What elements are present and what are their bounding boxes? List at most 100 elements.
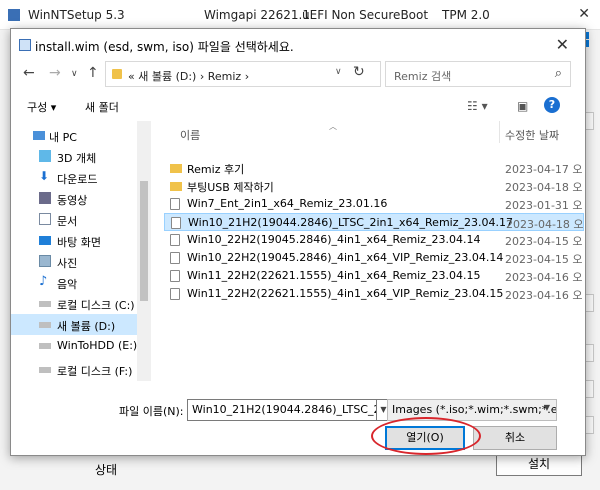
file-name: Win10_22H2(19045.2846)_4in1_x64_VIP_Remi… (187, 251, 504, 264)
nav-item-label: WinToHDD (E:) (57, 339, 138, 352)
nav-item-label: 새 볼륨 (D:) (57, 320, 116, 333)
dialog-title: install.wim (esd, swm, iso) 파일을 선택하세요. (35, 40, 294, 54)
scrollbar-thumb[interactable] (140, 181, 148, 301)
file-name: Win10_22H2(19045.2846)_4in1_x64_Remiz_23… (187, 233, 481, 246)
navigation-pane: 내 PC 3D 개체 ⬇ 다운로드 동영상 문서 바탕 화면 사진 ♪ 음악 로… (11, 121, 151, 381)
column-divider[interactable] (499, 121, 500, 143)
close-icon[interactable]: ✕ (578, 6, 590, 22)
filetype-select[interactable]: Images (*.iso;*.wim;*.swm;*.esd ▼ (387, 399, 557, 421)
app-logo-icon (8, 9, 20, 21)
nav-item-drive-e[interactable]: WinToHDD (E:) (11, 335, 137, 356)
file-date: 2023-04-17 오 (505, 163, 583, 176)
column-name[interactable]: 이름 (180, 127, 200, 143)
wimgapi-version: Wimgapi 22621.1 (204, 8, 310, 22)
drive-icon (39, 301, 51, 307)
file-name: Win11_22H2(22621.1555)_4in1_x64_VIP_Remi… (187, 287, 504, 300)
tpm-status: TPM 2.0 (442, 8, 490, 22)
file-row-selected[interactable]: Win10_21H2(19044.2846)_LTSC_2in1_x64_Rem… (164, 213, 584, 231)
folder-icon (170, 164, 182, 173)
open-button[interactable]: 열기(O) (385, 426, 465, 450)
new-folder-button[interactable]: 새 폴더 (85, 99, 119, 115)
drive-icon (39, 343, 51, 349)
navigation-scrollbar[interactable] (137, 121, 151, 381)
file-date: 2023-04-18 오 (505, 181, 583, 194)
filename-label: 파일 이름(N): (119, 405, 184, 418)
file-name: Win7_Ent_2in1_x64_Remiz_23.01.16 (187, 197, 388, 210)
address-dropdown-icon[interactable]: ∨ (335, 67, 342, 77)
folder-icon (170, 182, 182, 191)
column-header: ︿ 이름 수정한 날짜 (152, 121, 587, 143)
documents-icon (39, 213, 51, 225)
dialog-app-icon (19, 39, 31, 51)
file-name: Remiz 후기 (187, 163, 245, 176)
file-date: 2023-04-16 오 (505, 289, 583, 302)
file-row[interactable]: Win11_22H2(22621.1555)_4in1_x64_Remiz_23… (164, 267, 584, 285)
music-icon: ♪ (39, 274, 48, 289)
pc-icon (33, 131, 45, 140)
videos-icon (39, 192, 51, 204)
nav-item-this-pc[interactable]: 내 PC (11, 125, 137, 146)
back-arrow-icon[interactable]: ← (23, 65, 35, 81)
forward-arrow-icon[interactable]: → (49, 65, 61, 81)
preview-pane-icon[interactable]: ▣ (517, 99, 528, 113)
nav-item-label: 바탕 화면 (57, 236, 101, 249)
nav-item-3d-objects[interactable]: 3D 개체 (11, 146, 137, 167)
dialog-close-icon[interactable]: ✕ (556, 35, 569, 54)
organize-button[interactable]: 구성 ▾ (27, 99, 56, 115)
pictures-icon (39, 255, 51, 267)
up-arrow-icon[interactable]: ↑ (87, 65, 99, 81)
filename-input[interactable]: Win10_21H2(19044.2846)_LTSC_2in1 (187, 399, 377, 421)
desktop-icon (39, 236, 51, 245)
refresh-icon[interactable]: ↻ (353, 64, 365, 80)
file-icon (171, 217, 181, 229)
nav-item-drive-d[interactable]: 새 볼륨 (D:) (11, 314, 137, 335)
file-row[interactable]: Win11_22H2(22621.1555)_4in1_x64_VIP_Remi… (164, 285, 584, 303)
file-icon (170, 252, 180, 264)
file-row[interactable]: Win10_22H2(19045.2846)_4in1_x64_VIP_Remi… (164, 249, 584, 267)
filetype-value: Images (*.iso;*.wim;*.swm;*.esd (392, 403, 557, 416)
nav-item-documents[interactable]: 문서 (11, 209, 137, 230)
navigation-bar: ← → ∨ ↑ « 새 볼륨 (D:) › Remiz › ∨ ↻ Remiz … (11, 61, 585, 89)
file-row[interactable]: Remiz 후기 2023-04-17 오 (164, 159, 584, 177)
file-icon (170, 198, 180, 210)
3d-objects-icon (39, 150, 51, 162)
column-date[interactable]: 수정한 날짜 (505, 127, 559, 143)
help-icon[interactable]: ? (544, 97, 560, 113)
nav-item-label: 3D 개체 (57, 152, 97, 165)
status-label: 상태 (95, 463, 118, 477)
file-row[interactable]: 부팅USB 제작하기 2023-04-18 오 (164, 177, 584, 195)
view-options-icon[interactable]: ☷ ▾ (467, 99, 488, 113)
file-date: 2023-04-18 오 (506, 218, 584, 231)
nav-item-desktop[interactable]: 바탕 화면 (11, 230, 137, 251)
nav-item-label: 음악 (57, 278, 78, 291)
drive-icon (39, 367, 51, 373)
open-file-dialog: install.wim (esd, swm, iso) 파일을 선택하세요. ✕… (10, 28, 586, 456)
command-toolbar: 구성 ▾ 새 폴더 ☷ ▾ ▣ ? (11, 93, 585, 119)
folder-icon (112, 69, 122, 79)
file-row[interactable]: Win10_22H2(19045.2846)_4in1_x64_Remiz_23… (164, 231, 584, 249)
file-icon (170, 234, 180, 246)
file-name: 부팅USB 제작하기 (187, 181, 274, 194)
search-box[interactable]: Remiz 검색 ⌕ (385, 61, 571, 87)
nav-item-label: 다운로드 (57, 173, 98, 186)
file-icon (170, 270, 180, 282)
sort-ascending-icon: ︿ (329, 122, 337, 131)
boot-mode: uEFI Non SecureBoot (302, 8, 429, 22)
file-row[interactable]: Win7_Ent_2in1_x64_Remiz_23.01.16 2023-01… (164, 195, 584, 213)
nav-item-label: 로컬 디스크 (F:) (57, 365, 133, 378)
search-placeholder: Remiz 검색 (394, 70, 452, 83)
downloads-icon: ⬇ (39, 169, 50, 183)
nav-item-videos[interactable]: 동영상 (11, 188, 137, 209)
nav-item-music[interactable]: ♪ 음악 (11, 272, 137, 293)
nav-item-pictures[interactable]: 사진 (11, 251, 137, 272)
file-date: 2023-04-15 오 (505, 235, 583, 248)
nav-item-drive-f[interactable]: 로컬 디스크 (F:) (11, 359, 137, 380)
chevron-down-icon: ▼ (543, 403, 550, 412)
recent-dropdown-icon[interactable]: ∨ (71, 69, 78, 79)
file-date: 2023-04-16 오 (505, 271, 583, 284)
cancel-button[interactable]: 취소 (473, 426, 557, 450)
nav-item-downloads[interactable]: ⬇ 다운로드 (11, 167, 137, 188)
nav-item-drive-c[interactable]: 로컬 디스크 (C:) (11, 293, 137, 314)
app-title: WinNTSetup 5.3 (28, 8, 125, 22)
nav-item-label: 문서 (57, 215, 78, 228)
